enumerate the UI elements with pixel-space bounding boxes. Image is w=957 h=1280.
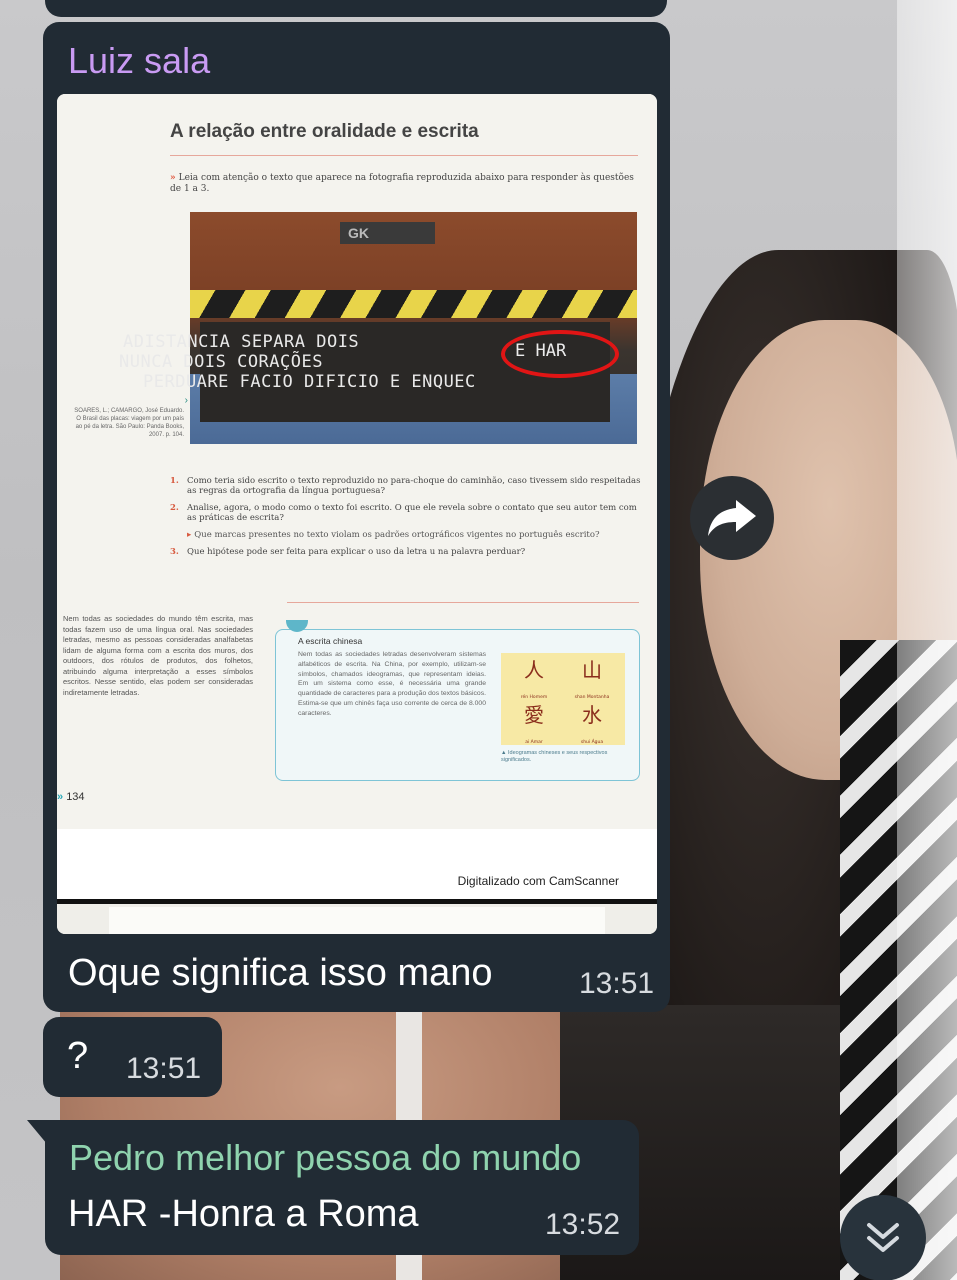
wallpaper-edge [897, 0, 957, 1280]
truck-plate: GK [340, 222, 435, 244]
circled-text: E HAR [515, 341, 567, 361]
chinese-writing-box: A escrita chinesa Nem todas as sociedade… [275, 620, 640, 781]
scan-footer [57, 829, 657, 899]
ideogram: 山 shan Montanha [574, 658, 610, 700]
message-text: Oque significa isso mano [68, 952, 493, 994]
attached-photo[interactable]: A relação entre oralidade e escrita » Lei… [57, 94, 657, 934]
page-heading: A relação entre oralidade e escrita [170, 121, 479, 142]
caption-arrow-icon: › [184, 395, 188, 406]
question-item: 3. Que hipótese pode ser feita para expli… [170, 547, 526, 557]
question-message-bubble[interactable]: ? 13:51 [43, 1017, 222, 1097]
scanner-label: Digitalizado com CamScanner [457, 874, 619, 888]
message-time: 13:51 [579, 967, 655, 1000]
ideogram-caption: ▲ Ideogramas chineses e seus respectivos… [501, 750, 608, 763]
truck-photo: GK [190, 212, 637, 444]
message-text: HAR -Honra a Roma [68, 1193, 419, 1235]
message-time: 13:51 [126, 1052, 202, 1085]
sender-name[interactable]: Luiz sala [68, 40, 210, 82]
scroll-to-bottom-button[interactable] [840, 1195, 926, 1280]
next-page-preview [57, 904, 657, 934]
sub-question: ▸ Que marcas presentes no texto violam os… [187, 530, 600, 540]
box-badge [286, 620, 308, 632]
bubble-tail [27, 1120, 47, 1144]
ideogram: 愛 ai Amar [524, 703, 544, 745]
ideogram: 人 rén Homem [520, 658, 548, 700]
sender-name[interactable]: Pedro melhor pessoa do mundo [69, 1137, 581, 1179]
forward-button[interactable] [690, 476, 774, 560]
instruction-chevron-icon: » [170, 173, 176, 183]
heading-rule [170, 155, 638, 156]
photo-caption: › SOARES, L.; CAMARGO, José Eduardo. O Br… [74, 395, 188, 439]
reply-message-bubble[interactable]: Pedro melhor pessoa do mundo HAR -Honra … [45, 1120, 639, 1255]
photo-message-bubble[interactable]: Luiz sala A relação entre oralidade e es… [43, 22, 670, 1012]
question-item: 2. Analise, agora, o modo como o texto fo… [170, 503, 637, 523]
ideogram-grid: 人 rén Homem 山 shan Montanha 愛 ai Amar 水 shui… [501, 653, 625, 745]
box-title: A escrita chinesa [298, 636, 363, 646]
double-chevron-down-icon [867, 1223, 899, 1252]
previous-message-bubble[interactable] [45, 0, 667, 17]
bumper-graffiti: ADISTANCIA SEPARA DOIS NUNCA DOIS CORAÇÕ… [119, 332, 476, 392]
ideogram: 水 shui Água [580, 703, 604, 745]
page-instruction: » Leia com atenção o texto que aparece na… [170, 173, 634, 194]
message-time: 13:52 [545, 1208, 621, 1241]
questions-list: 1. Como teria sido escrito o texto reprod… [170, 476, 642, 564]
page-number: » 134 [57, 791, 85, 803]
side-paragraph: Nem todas as sociedades do mundo têm esc… [63, 614, 253, 697]
book-page: A relação entre oralidade e escrita » Lei… [57, 94, 657, 829]
box-text: Nem todas as sociedades letradas desenvo… [298, 651, 486, 717]
question-item: 1. Como teria sido escrito o texto reprod… [170, 476, 641, 496]
message-text: ? [67, 1035, 89, 1077]
section-rule [287, 602, 639, 603]
hazard-stripes [190, 290, 637, 318]
share-forward-icon [708, 500, 756, 536]
